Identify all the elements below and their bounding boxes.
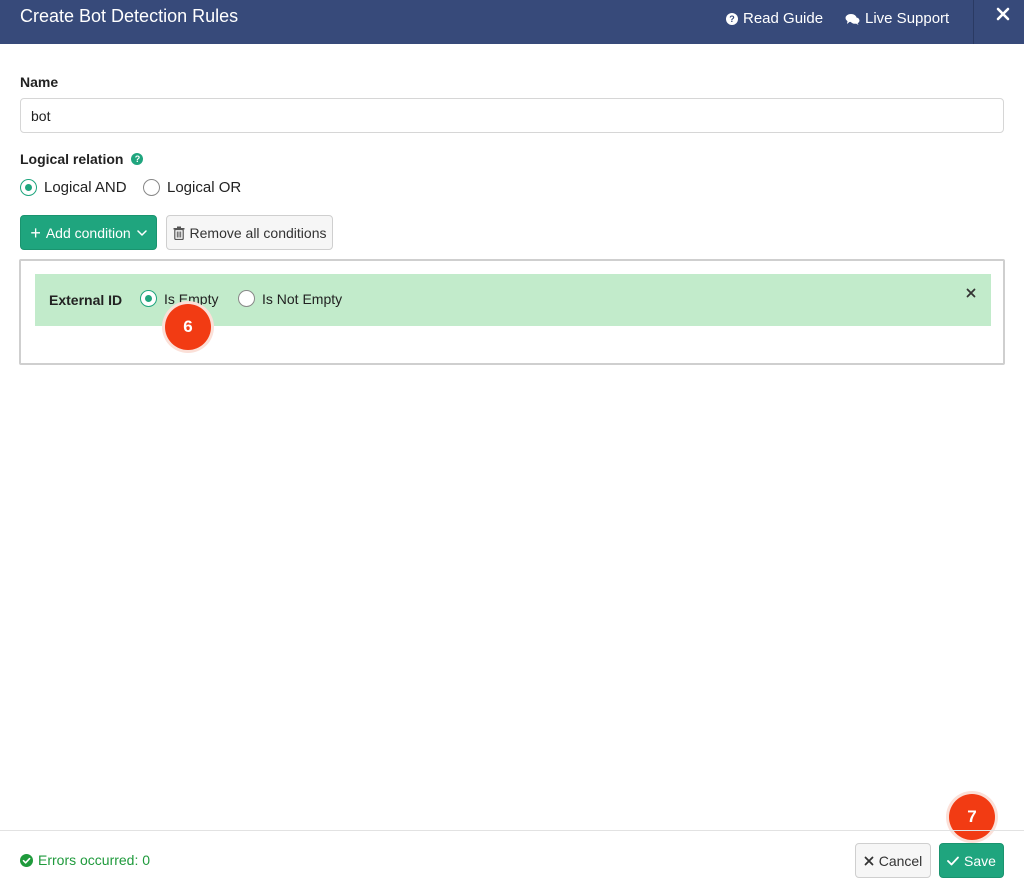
condition-field-label: External ID	[49, 292, 123, 308]
errors-text: Errors occurred: 0	[38, 852, 151, 868]
help-icon[interactable]: ?	[131, 153, 144, 165]
cancel-button[interactable]: Cancel	[855, 843, 931, 878]
remove-all-conditions-button[interactable]: Remove all conditions	[166, 215, 333, 250]
check-icon	[947, 856, 959, 866]
footer-divider	[0, 830, 1024, 831]
live-support-link[interactable]: Live Support	[845, 10, 949, 27]
chat-bubbles-icon	[845, 13, 860, 25]
plus-icon: +	[30, 222, 41, 243]
is-not-empty-radio[interactable]: Is Not Empty	[238, 290, 342, 307]
svg-text:?: ?	[729, 14, 735, 24]
step-badge-6: 6	[165, 304, 211, 350]
radio-unselected-icon	[238, 290, 255, 307]
header-divider	[973, 0, 974, 44]
question-circle-icon: ?	[726, 12, 738, 25]
step-badge-7: 7	[949, 794, 995, 840]
trash-icon	[173, 226, 185, 240]
is-not-empty-label: Is Not Empty	[262, 290, 343, 307]
x-icon	[864, 856, 874, 866]
modal-title: Create Bot Detection Rules	[20, 6, 239, 26]
chevron-down-icon	[136, 229, 147, 236]
modal-header: Create Bot Detection Rules ? Read Guide …	[0, 0, 1024, 44]
logical-and-radio[interactable]: Logical AND	[20, 179, 127, 196]
logical-and-label: Logical AND	[44, 179, 127, 196]
logical-relation-text: Logical relation	[20, 151, 124, 167]
close-icon	[966, 285, 976, 303]
logical-or-label: Logical OR	[167, 179, 242, 196]
add-condition-button[interactable]: + Add condition	[20, 215, 157, 250]
cancel-label: Cancel	[878, 852, 923, 869]
radio-unselected-icon	[143, 179, 160, 196]
radio-selected-icon	[140, 290, 157, 307]
logical-relation-label: Logical relation ?	[20, 151, 144, 167]
radio-selected-icon	[20, 179, 37, 196]
read-guide-label: Read Guide	[743, 10, 824, 27]
save-button[interactable]: Save	[939, 843, 1004, 878]
close-button[interactable]	[989, 2, 1017, 30]
add-condition-label: Add condition	[45, 224, 131, 241]
errors-status: Errors occurred: 0	[20, 852, 150, 868]
logical-or-radio[interactable]: Logical OR	[143, 179, 241, 196]
check-circle-icon	[20, 853, 33, 867]
remove-all-conditions-label: Remove all conditions	[189, 224, 327, 241]
save-label: Save	[964, 852, 996, 869]
live-support-label: Live Support	[865, 10, 950, 27]
conditions-container: External ID Is Empty Is Not Empty	[19, 259, 1005, 365]
close-icon	[996, 7, 1010, 26]
name-label: Name	[20, 74, 59, 90]
read-guide-link[interactable]: ? Read Guide	[726, 10, 823, 27]
remove-condition-button[interactable]	[964, 287, 978, 301]
name-input[interactable]	[20, 98, 1004, 133]
